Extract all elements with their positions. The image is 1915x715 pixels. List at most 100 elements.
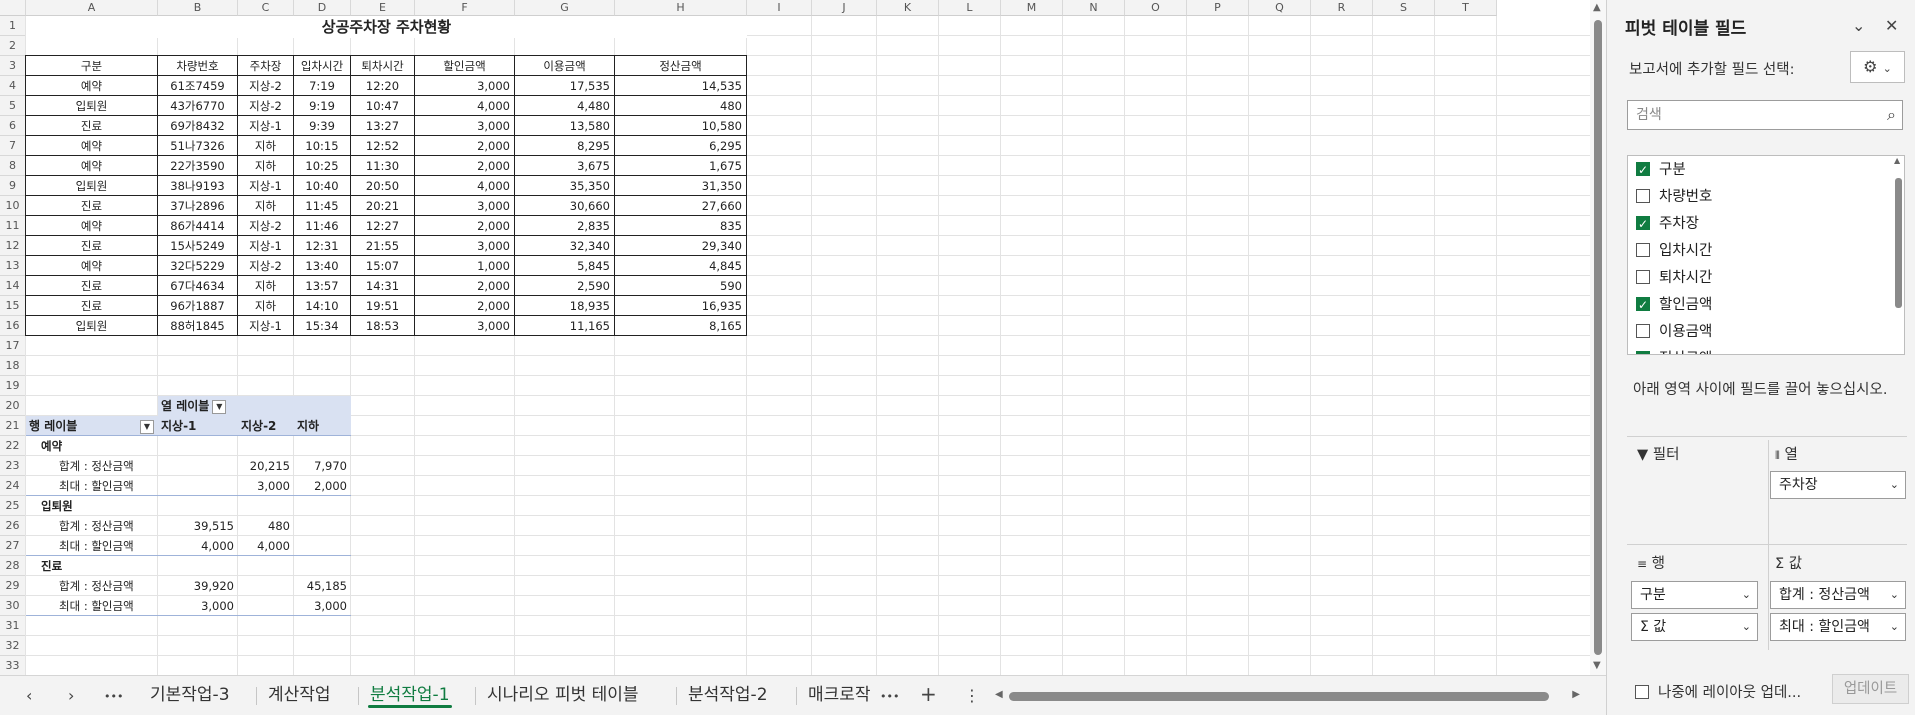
sheet-tab-5[interactable]: 분석작업-2: [678, 676, 778, 714]
pivot-value-cell[interactable]: [238, 596, 294, 616]
pivot-value-cell[interactable]: 4,000: [238, 536, 294, 556]
table-cell[interactable]: 10:15: [294, 136, 351, 156]
column-header-J[interactable]: J: [812, 0, 877, 16]
row-header-22[interactable]: 22: [0, 436, 26, 456]
select-all-corner[interactable]: [0, 0, 26, 16]
table-cell[interactable]: 예약: [26, 256, 158, 276]
table-cell[interactable]: 지상-1: [238, 176, 294, 196]
field-item[interactable]: 입차시간: [1636, 241, 1712, 261]
pivot-column-label[interactable]: 열 레이블 ▼: [158, 396, 351, 416]
pivot-row-label[interactable]: 합계 : 정산금액: [56, 516, 158, 536]
column-header-M[interactable]: M: [1001, 0, 1063, 16]
row-header-13[interactable]: 13: [0, 256, 26, 276]
pivot-value-cell[interactable]: [158, 456, 238, 476]
table-cell[interactable]: 11:46: [294, 216, 351, 236]
values-field-chip-max[interactable]: 최대 : 할인금액 ⌄: [1770, 613, 1906, 641]
table-cell[interactable]: 12:20: [351, 76, 415, 96]
column-header-K[interactable]: K: [877, 0, 939, 16]
more-sheets-left-icon[interactable]: •••: [104, 690, 123, 703]
update-button[interactable]: 업데이트: [1832, 674, 1909, 704]
table-header-cell[interactable]: 정산금액: [615, 56, 747, 76]
table-cell[interactable]: 지상-2: [238, 216, 294, 236]
chevron-down-icon[interactable]: ⌄: [1852, 16, 1865, 35]
table-cell[interactable]: 835: [615, 216, 747, 236]
pivot-value-cell[interactable]: [294, 536, 351, 556]
more-sheets-right-icon[interactable]: •••: [880, 690, 899, 703]
pivot-group-label[interactable]: 진료: [38, 556, 170, 576]
table-cell[interactable]: 지상-1: [238, 116, 294, 136]
scroll-up-arrow[interactable]: ▲: [1593, 2, 1601, 13]
table-cell[interactable]: 예약: [26, 216, 158, 236]
table-cell[interactable]: 12:27: [351, 216, 415, 236]
pivot-row-label[interactable]: 최대 : 할인금액: [56, 596, 158, 616]
table-cell[interactable]: 11:30: [351, 156, 415, 176]
table-cell[interactable]: 입퇴원: [26, 96, 158, 116]
table-cell[interactable]: 13,580: [515, 116, 615, 136]
table-cell[interactable]: 30,660: [515, 196, 615, 216]
pivot-col-header[interactable]: 지상-2: [238, 416, 294, 436]
table-cell[interactable]: 67다4634: [158, 276, 238, 296]
spreadsheet-grid[interactable]: A B C D E F G H I J K L M N O P Q R S T 1 2 3 4 5 6 7 8 9 10 11 12 13 14 1…: [0, 0, 1590, 675]
table-cell[interactable]: 88허1845: [158, 316, 238, 336]
column-header-O[interactable]: O: [1125, 0, 1187, 16]
field-checkbox[interactable]: [1636, 349, 1650, 354]
pivot-value-cell[interactable]: 2,000: [294, 476, 351, 496]
columns-field-chip[interactable]: 주차장 ⌄: [1770, 471, 1906, 499]
table-cell[interactable]: 7:19: [294, 76, 351, 96]
add-sheet-icon[interactable]: +: [920, 682, 937, 706]
table-cell[interactable]: 27,660: [615, 196, 747, 216]
table-cell[interactable]: 지상-1: [238, 236, 294, 256]
table-cell[interactable]: 51나7326: [158, 136, 238, 156]
column-header-F[interactable]: F: [415, 0, 515, 16]
sheet-tab-1[interactable]: 기본작업-3: [140, 676, 240, 714]
table-cell[interactable]: 14:31: [351, 276, 415, 296]
row-header-29[interactable]: 29: [0, 576, 26, 596]
table-cell[interactable]: 86가4414: [158, 216, 238, 236]
row-header-16[interactable]: 16: [0, 316, 26, 336]
row-header-14[interactable]: 14: [0, 276, 26, 296]
table-header-cell[interactable]: 입차시간: [294, 56, 351, 76]
table-cell[interactable]: 18:53: [351, 316, 415, 336]
field-item[interactable]: 할인금액: [1636, 295, 1712, 315]
table-cell[interactable]: 지하: [238, 136, 294, 156]
pivot-row-label[interactable]: 합계 : 정산금액: [56, 456, 158, 476]
table-cell[interactable]: 61조7459: [158, 76, 238, 96]
sheet-tab-2[interactable]: 계산작업: [258, 676, 341, 714]
table-cell[interactable]: 지상-2: [238, 256, 294, 276]
table-cell[interactable]: 14:10: [294, 296, 351, 316]
field-checkbox[interactable]: [1636, 160, 1650, 180]
field-item[interactable]: 이용금액: [1636, 322, 1712, 342]
table-cell[interactable]: 2,000: [415, 136, 515, 156]
column-header-C[interactable]: C: [238, 0, 294, 16]
pivot-value-cell[interactable]: 20,215: [238, 456, 294, 476]
field-item[interactable]: 정산금액: [1636, 349, 1712, 354]
checkbox-box[interactable]: [1635, 685, 1649, 699]
table-cell[interactable]: 10:40: [294, 176, 351, 196]
table-cell[interactable]: 8,165: [615, 316, 747, 336]
row-header-2[interactable]: 2: [0, 36, 26, 56]
table-cell[interactable]: 1,000: [415, 256, 515, 276]
table-cell[interactable]: 진료: [26, 116, 158, 136]
column-header-E[interactable]: E: [351, 0, 415, 16]
table-header-cell[interactable]: 이용금액: [515, 56, 615, 76]
column-header-N[interactable]: N: [1063, 0, 1125, 16]
pivot-value-cell[interactable]: [238, 576, 294, 596]
row-header-17[interactable]: 17: [0, 336, 26, 356]
table-cell[interactable]: 96가1887: [158, 296, 238, 316]
field-checkbox[interactable]: [1636, 214, 1650, 234]
table-cell[interactable]: 15:34: [294, 316, 351, 336]
vertical-scroll-thumb[interactable]: [1594, 20, 1602, 655]
table-cell[interactable]: 21:55: [351, 236, 415, 256]
table-cell[interactable]: 10:25: [294, 156, 351, 176]
row-header-31[interactable]: 31: [0, 616, 26, 636]
table-cell[interactable]: 입퇴원: [26, 316, 158, 336]
sheet-tab-6[interactable]: 매크로작: [798, 676, 881, 714]
table-cell[interactable]: 35,350: [515, 176, 615, 196]
row-header-15[interactable]: 15: [0, 296, 26, 316]
field-settings-button[interactable]: ⚙ ⌄: [1850, 51, 1905, 83]
table-cell[interactable]: 5,845: [515, 256, 615, 276]
row-header-33[interactable]: 33: [0, 656, 26, 675]
scroll-down-arrow[interactable]: ▼: [1593, 660, 1601, 671]
field-checkbox[interactable]: [1636, 295, 1650, 315]
table-cell[interactable]: 4,000: [415, 96, 515, 116]
